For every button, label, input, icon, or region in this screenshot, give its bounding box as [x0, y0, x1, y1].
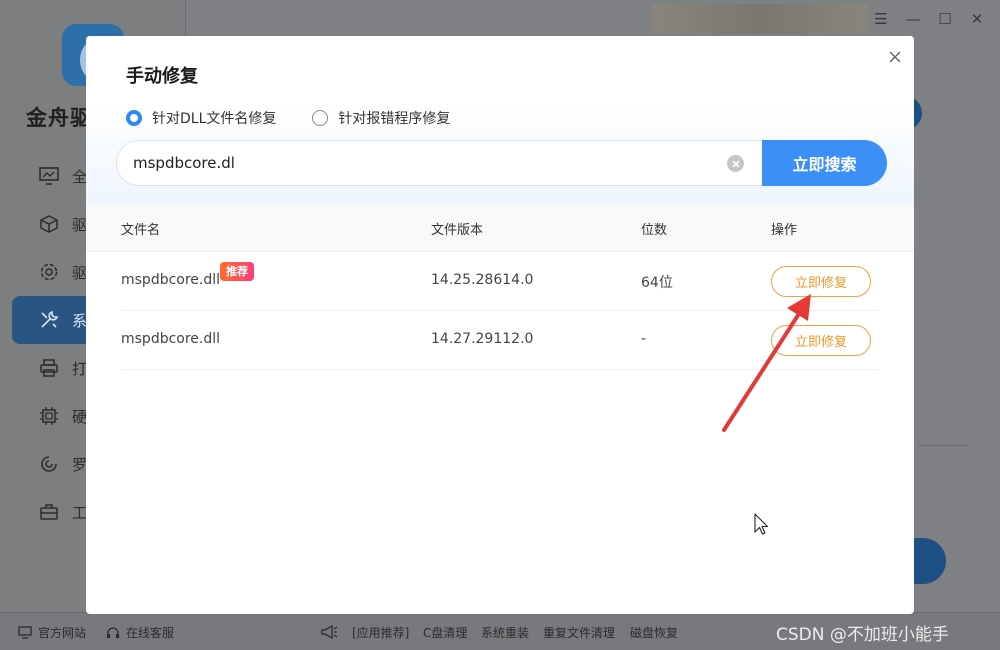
- cell-bits: -: [641, 331, 647, 347]
- app-name: 金舟驱: [26, 106, 92, 130]
- footer-official-site[interactable]: 官方网站: [18, 624, 86, 641]
- radio-dll-name[interactable]: 针对DLL文件名修复: [126, 108, 276, 128]
- repair-mode-radio-group: 针对DLL文件名修复 针对报错程序修复: [126, 108, 486, 128]
- column-header-version: 文件版本: [431, 223, 484, 238]
- cell-version: 14.25.28614.0: [431, 272, 534, 288]
- footer-duplicate-file-clean[interactable]: 重复文件清理: [543, 624, 615, 641]
- footer-app-recommend[interactable]: [应用推荐]: [352, 624, 409, 641]
- window-close-icon[interactable]: ✕: [968, 10, 986, 28]
- cell-version: 14.27.29112.0: [431, 331, 534, 347]
- search-input[interactable]: [133, 141, 713, 185]
- sidebar-item-label: 驱: [72, 215, 88, 234]
- cell-bits: 64位: [641, 275, 673, 291]
- sidebar-item-label: 硬: [72, 407, 88, 426]
- footer-c-drive-clean[interactable]: C盘清理: [423, 624, 467, 641]
- maximize-icon[interactable]: ☐: [936, 10, 954, 28]
- divider: [918, 445, 970, 446]
- radio-dot: [312, 110, 329, 126]
- blurred-header-area: [652, 4, 868, 34]
- repair-now-button[interactable]: 立即修复: [771, 266, 871, 297]
- footer-system-reinstall[interactable]: 系统重装: [481, 624, 529, 641]
- gear-icon: [38, 261, 60, 283]
- footer-link-label: 在线客服: [126, 626, 175, 640]
- megaphone-icon: [320, 624, 338, 640]
- monitor-icon: [18, 626, 32, 639]
- table-header: 文件名 文件版本 位数 操作: [86, 204, 914, 252]
- repair-now-button[interactable]: 立即修复: [771, 325, 871, 356]
- sidebar-item-label: 工: [72, 503, 88, 522]
- watermark: CSDN @不加班小能手: [776, 625, 949, 645]
- table-row: mspdbcore.dll 推荐 14.25.28614.0 64位 立即修复: [121, 252, 879, 311]
- clear-icon[interactable]: [727, 155, 744, 172]
- radio-dot: [126, 110, 142, 126]
- headset-icon: [106, 626, 120, 640]
- column-header-bits: 位数: [641, 223, 668, 238]
- radio-label: 针对DLL文件名修复: [152, 111, 277, 127]
- search-box: 立即搜索: [116, 140, 887, 186]
- cube-icon: [38, 213, 60, 235]
- wrench-icon: [38, 309, 60, 331]
- window-controls: ☰ — ☐ ✕: [872, 10, 986, 28]
- radio-label: 针对报错程序修复: [338, 111, 451, 127]
- dialog-close-button[interactable]: [886, 48, 904, 66]
- close-icon: [889, 51, 901, 63]
- recommend-badge: 推荐: [220, 262, 254, 281]
- column-header-action: 操作: [771, 223, 798, 238]
- sidebar-item-label: 全: [72, 167, 88, 186]
- footer-link-label: 官方网站: [38, 626, 87, 640]
- speaker-icon: [38, 453, 60, 475]
- table-row: mspdbcore.dll 14.27.29112.0 - 立即修复: [121, 311, 879, 370]
- cell-filename: mspdbcore.dll 推荐: [121, 262, 254, 288]
- monitor-icon: [38, 165, 60, 187]
- dialog-title: 手动修复: [126, 66, 198, 87]
- sidebar-item-label: 罗: [72, 455, 88, 474]
- results-table: 文件名 文件版本 位数 操作 mspdbcore.dll 推荐 14.25.28…: [86, 204, 914, 370]
- toolbox-icon: [38, 501, 60, 523]
- manual-repair-dialog: 手动修复 针对DLL文件名修复 针对报错程序修复 立即搜索 文件名 文件版本 位…: [86, 36, 914, 614]
- cell-filename: mspdbcore.dll: [121, 331, 221, 347]
- menu-icon[interactable]: ☰: [872, 10, 890, 28]
- search-button[interactable]: 立即搜索: [762, 140, 887, 186]
- sidebar-item-label: 打: [72, 359, 88, 378]
- chip-icon: [38, 405, 60, 427]
- footer-disk-recovery[interactable]: 磁盘恢复: [630, 624, 678, 641]
- footer-online-service[interactable]: 在线客服: [106, 624, 174, 641]
- filename-text: mspdbcore.dll: [121, 272, 221, 288]
- printer-icon: [38, 357, 60, 379]
- minimize-icon[interactable]: —: [904, 10, 922, 28]
- radio-error-program[interactable]: 针对报错程序修复: [312, 108, 450, 128]
- sidebar-item-label: 系: [72, 311, 88, 330]
- column-header-filename: 文件名: [121, 223, 161, 238]
- sidebar-item-label: 驱: [72, 263, 88, 282]
